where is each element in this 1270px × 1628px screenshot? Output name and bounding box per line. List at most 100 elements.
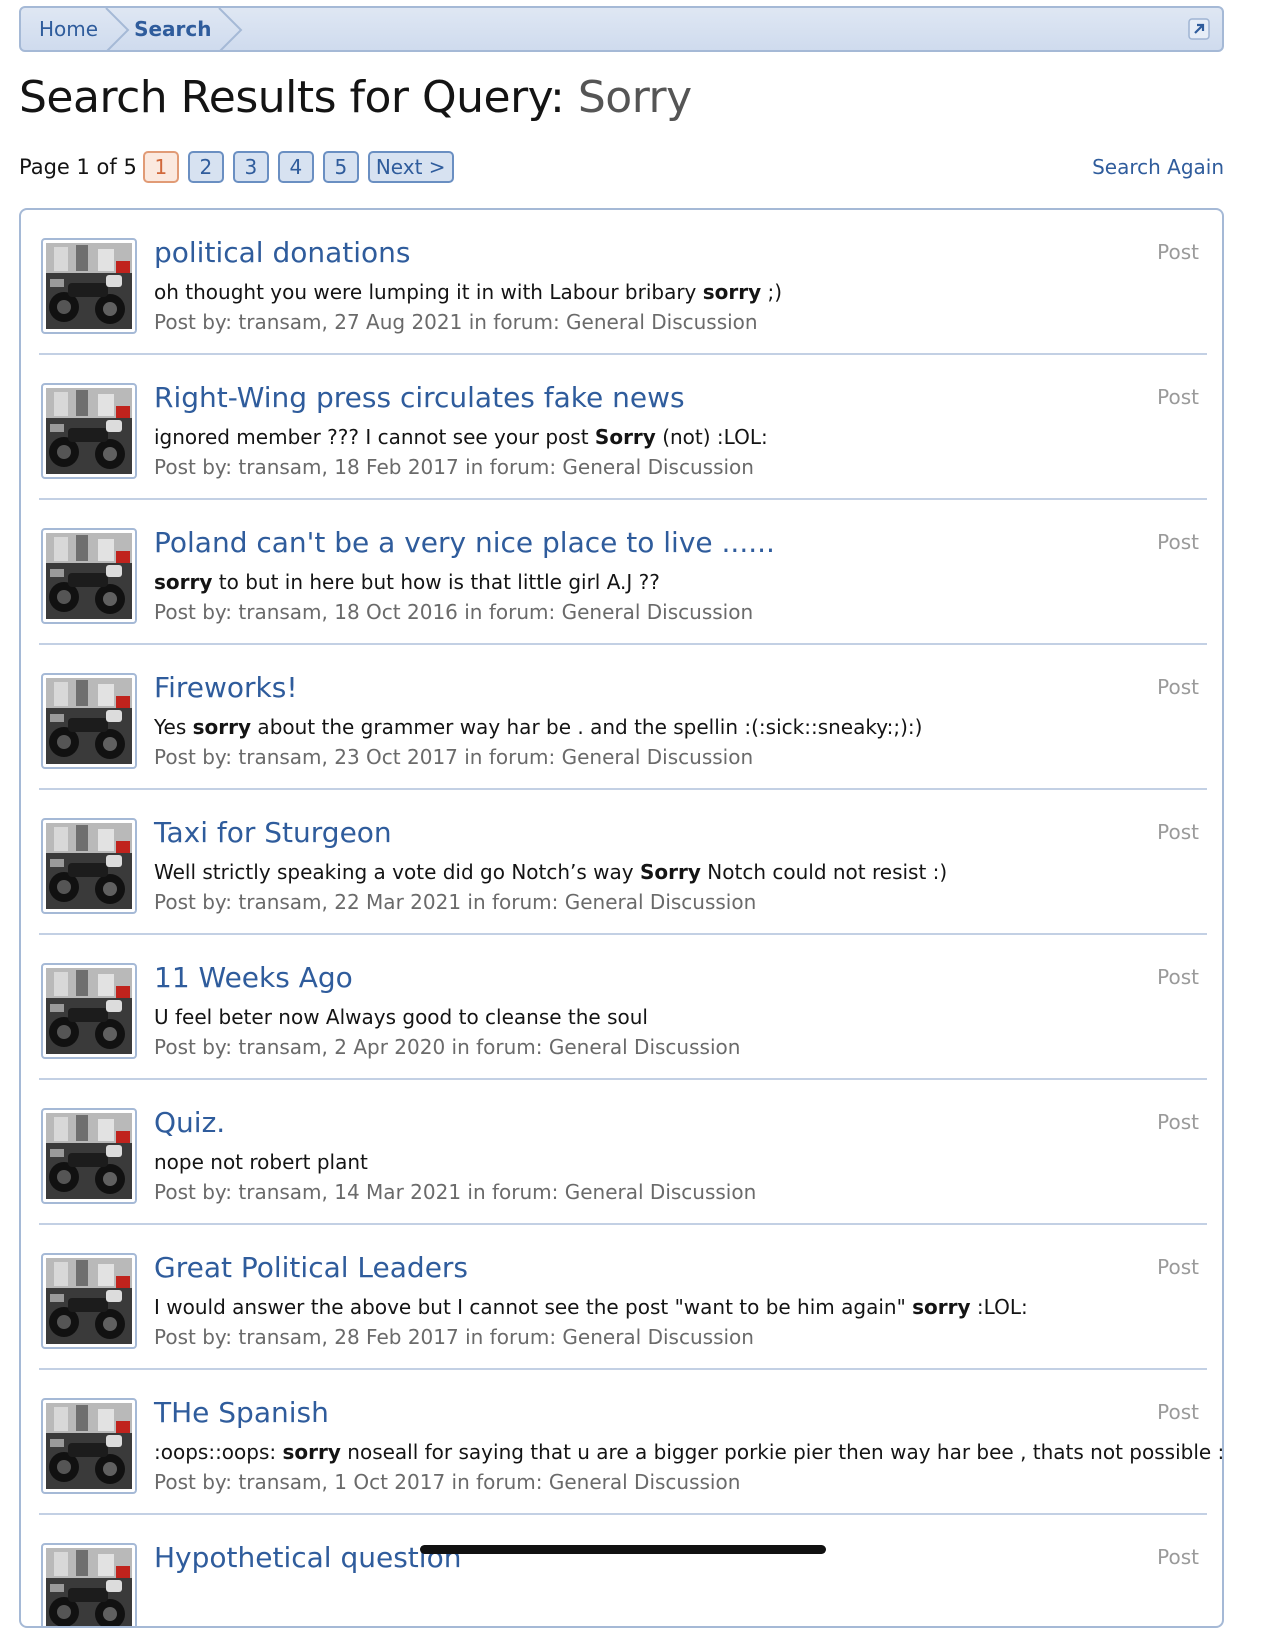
avatar[interactable] (41, 963, 137, 1059)
snippet-text: to but in here but how is that little gi… (212, 570, 660, 594)
result-snippet: sorry to but in here but how is that lit… (154, 570, 660, 594)
result-snippet: Well strictly speaking a vote did go Not… (154, 860, 947, 884)
snippet-text: oh thought you were lumping it in with L… (154, 280, 703, 304)
search-result: Fireworks! Yes sorry about the grammer w… (39, 645, 1207, 790)
result-title-link[interactable]: Fireworks! (154, 671, 298, 704)
snippet-text: Well strictly speaking a vote did go Not… (154, 860, 640, 884)
snippet-text: ignored member ??? I cannot see your pos… (154, 425, 595, 449)
avatar[interactable] (41, 383, 137, 479)
snippet-match: sorry (154, 570, 213, 594)
home-indicator (420, 1545, 826, 1554)
next-page-button[interactable]: Next > (367, 151, 454, 183)
result-snippet: U feel beter now Always good to cleanse … (154, 1005, 648, 1029)
search-result: THe Spanish :oops::oops: sorry noseall f… (39, 1370, 1222, 1515)
page-button-4[interactable]: 4 (277, 151, 314, 183)
snippet-text: :oops::oops: (154, 1440, 283, 1464)
result-snippet: :oops::oops: sorry noseall for saying th… (154, 1440, 1224, 1464)
breadcrumb-home[interactable]: Home (21, 8, 130, 52)
breadcrumb-separator-icon (217, 8, 245, 52)
snippet-text: :LOL: (970, 1295, 1028, 1319)
result-type-label: Post (1157, 1545, 1199, 1569)
snippet-text: I would answer the above but I cannot se… (154, 1295, 913, 1319)
breadcrumb-search-label: Search (134, 17, 212, 41)
avatar[interactable] (41, 1253, 137, 1349)
search-again-link[interactable]: Search Again (1092, 155, 1224, 179)
page-button-3[interactable]: 3 (232, 151, 269, 183)
snippet-match: sorry (192, 715, 252, 739)
search-result: political donations oh thought you were … (39, 210, 1207, 355)
jump-to-icon[interactable] (1188, 18, 1210, 40)
search-result: Hypothetical question Post (39, 1515, 1207, 1626)
result-snippet: oh thought you were lumping it in with L… (154, 280, 782, 304)
page-button-2[interactable]: 2 (187, 151, 224, 183)
result-meta: Post by: transam, 14 Mar 2021 in forum: … (154, 1180, 757, 1204)
page-button-5[interactable]: 5 (322, 151, 359, 183)
snippet-match: Sorry (594, 425, 656, 449)
search-results-list: political donations oh thought you were … (19, 208, 1224, 1628)
snippet-text: noseall for saying that u are a bigger p… (340, 1440, 1224, 1464)
snippet-text: (not) :LOL: (655, 425, 768, 449)
search-result: Taxi for Sturgeon Well strictly speaking… (39, 790, 1207, 935)
result-title-link[interactable]: political donations (154, 236, 410, 269)
page-indicator: Page 1 of 5 (19, 155, 137, 179)
result-type-label: Post (1157, 385, 1199, 409)
result-snippet: nope not robert plant (154, 1150, 368, 1174)
result-title-link[interactable]: Hypothetical question (154, 1541, 461, 1574)
breadcrumb-home-label: Home (39, 17, 99, 41)
avatar[interactable] (41, 1108, 137, 1204)
result-snippet: I would answer the above but I cannot se… (154, 1295, 1028, 1319)
search-result: Poland can't be a very nice place to liv… (39, 500, 1207, 645)
snippet-text: Yes (154, 715, 193, 739)
result-meta: Post by: transam, 2 Apr 2020 in forum: G… (154, 1035, 741, 1059)
result-meta: Post by: transam, 1 Oct 2017 in forum: G… (154, 1470, 741, 1494)
result-type-label: Post (1157, 1110, 1199, 1134)
snippet-text: nope not robert plant (154, 1150, 368, 1174)
result-type-label: Post (1157, 675, 1199, 699)
result-meta: Post by: transam, 18 Oct 2016 in forum: … (154, 600, 754, 624)
avatar[interactable] (41, 818, 137, 914)
result-meta: Post by: transam, 22 Mar 2021 in forum: … (154, 890, 757, 914)
breadcrumb-search[interactable]: Search (118, 8, 243, 52)
page-title: Search Results for Query: Sorry (19, 72, 692, 123)
page-title-prefix: Search Results for Query: (19, 72, 565, 123)
snippet-match: sorry (702, 280, 762, 304)
result-title-link[interactable]: Taxi for Sturgeon (154, 816, 392, 849)
result-title-link[interactable]: 11 Weeks Ago (154, 961, 353, 994)
pagination: Page 1 of 5 1 2 3 4 5 Next > (19, 150, 463, 184)
result-type-label: Post (1157, 1400, 1199, 1424)
breadcrumb: Home Search (19, 6, 1224, 52)
snippet-match: sorry (912, 1295, 971, 1319)
result-type-label: Post (1157, 530, 1199, 554)
avatar[interactable] (41, 238, 137, 334)
avatar[interactable] (41, 528, 137, 624)
result-snippet: ignored member ??? I cannot see your pos… (154, 425, 768, 449)
result-meta: Post by: transam, 18 Feb 2017 in forum: … (154, 455, 754, 479)
result-title-link[interactable]: THe Spanish (154, 1396, 329, 1429)
search-result: 11 Weeks Ago U feel beter now Always goo… (39, 935, 1207, 1080)
search-result: Great Political Leaders I would answer t… (39, 1225, 1207, 1370)
snippet-text: about the grammer way har be . and the s… (251, 715, 923, 739)
avatar[interactable] (41, 1543, 137, 1626)
result-title-link[interactable]: Great Political Leaders (154, 1251, 468, 1284)
result-meta: Post by: transam, 27 Aug 2021 in forum: … (154, 310, 758, 334)
result-type-label: Post (1157, 820, 1199, 844)
snippet-text: ;) (761, 280, 783, 304)
result-type-label: Post (1157, 1255, 1199, 1279)
snippet-text: Notch could not resist :) (700, 860, 948, 884)
result-title-link[interactable]: Quiz. (154, 1106, 225, 1139)
result-type-label: Post (1157, 240, 1199, 264)
page-button-1[interactable]: 1 (142, 151, 179, 183)
search-result: Quiz. nope not robert plant Post by: tra… (39, 1080, 1207, 1225)
search-result: Right-Wing press circulates fake news ig… (39, 355, 1207, 500)
avatar[interactable] (41, 673, 137, 769)
snippet-text: U feel beter now Always good to cleanse … (154, 1005, 648, 1029)
result-title-link[interactable]: Right-Wing press circulates fake news (154, 381, 685, 414)
result-meta: Post by: transam, 28 Feb 2017 in forum: … (154, 1325, 754, 1349)
search-query: Sorry (577, 72, 692, 123)
result-title-link[interactable]: Poland can't be a very nice place to liv… (154, 526, 775, 559)
result-meta: Post by: transam, 23 Oct 2017 in forum: … (154, 745, 754, 769)
snippet-match: Sorry (640, 860, 701, 884)
avatar[interactable] (41, 1398, 137, 1494)
result-snippet: Yes sorry about the grammer way har be .… (154, 715, 922, 739)
result-type-label: Post (1157, 965, 1199, 989)
